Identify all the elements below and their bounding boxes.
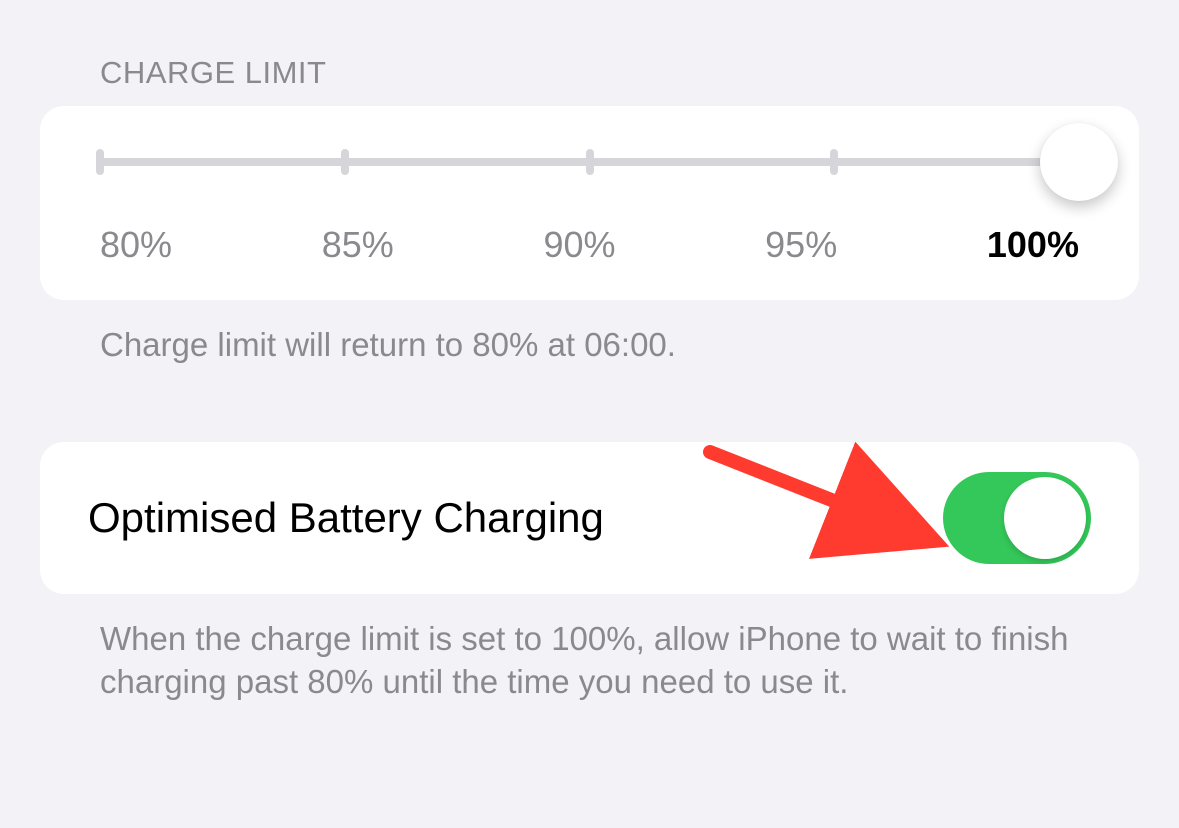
toggle-knob bbox=[1004, 477, 1086, 559]
slider-tick bbox=[830, 149, 838, 175]
slider-track bbox=[100, 158, 1079, 166]
section-header-charge-limit: CHARGE LIMIT bbox=[0, 0, 1179, 106]
optimised-charging-footer: When the charge limit is set to 100%, al… bbox=[0, 594, 1179, 704]
slider-tick-label: 95% bbox=[765, 224, 837, 266]
slider-tick-label: 80% bbox=[100, 224, 172, 266]
optimised-charging-row: Optimised Battery Charging bbox=[40, 442, 1139, 594]
optimised-charging-toggle[interactable] bbox=[943, 472, 1091, 564]
slider-tick bbox=[96, 149, 104, 175]
slider-tick-label: 85% bbox=[322, 224, 394, 266]
charge-limit-slider[interactable]: 80% 85% 90% 95% 100% bbox=[100, 158, 1079, 266]
slider-tick-label: 90% bbox=[543, 224, 615, 266]
slider-tick-label: 100% bbox=[987, 224, 1079, 266]
slider-labels: 80% 85% 90% 95% 100% bbox=[100, 224, 1079, 266]
slider-tick bbox=[341, 149, 349, 175]
charge-limit-footer: Charge limit will return to 80% at 06:00… bbox=[0, 300, 1179, 367]
slider-thumb[interactable] bbox=[1040, 123, 1118, 201]
charge-limit-card: 80% 85% 90% 95% 100% bbox=[40, 106, 1139, 300]
slider-tick bbox=[586, 149, 594, 175]
optimised-charging-label: Optimised Battery Charging bbox=[88, 494, 604, 542]
